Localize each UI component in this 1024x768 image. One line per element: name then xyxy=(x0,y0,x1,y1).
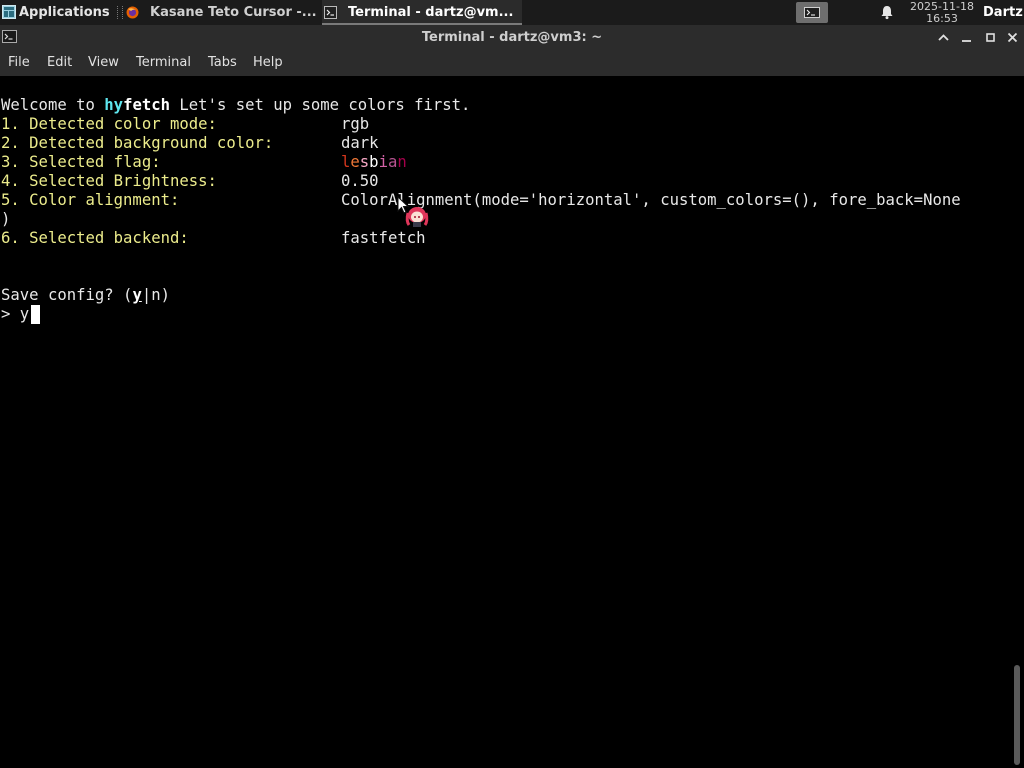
welcome-suffix: Let's set up some colors first. xyxy=(170,96,471,114)
text-cursor xyxy=(31,305,40,324)
save-option-yes: y xyxy=(132,286,142,304)
flag-value-char: l xyxy=(341,153,351,171)
config-row-label: 2. Detected background color: xyxy=(1,134,274,152)
menu-help[interactable]: Help xyxy=(253,50,283,76)
save-option-sep: | xyxy=(141,286,152,304)
wrapped-line: ) xyxy=(1,210,11,228)
save-prompt-suffix: ) xyxy=(160,286,170,304)
terminal-icon xyxy=(804,7,820,18)
config-row-value: 0.50 xyxy=(341,172,379,190)
menu-tabs[interactable]: Tabs xyxy=(208,50,237,76)
flag-value-char: i xyxy=(378,153,388,171)
welcome-prefix: Welcome to xyxy=(1,96,105,114)
terminal-output[interactable]: Welcome to hyfetch Let's set up some col… xyxy=(0,76,1010,768)
config-row-label: 5. Color alignment: xyxy=(1,191,180,209)
panel-clock[interactable]: 2025-11-18 16:53 xyxy=(904,1,980,26)
input-line[interactable]: > y xyxy=(1,305,29,324)
top-panel: Applications Kasane Teto Cursor -... Ter… xyxy=(0,0,1024,25)
flag-value-char: b xyxy=(369,153,379,171)
applications-menu-icon xyxy=(2,5,16,19)
mouse-cursor-icon xyxy=(397,195,429,227)
flag-value-char: s xyxy=(359,153,370,171)
taskbar-item-firefox[interactable]: Kasane Teto Cursor -... xyxy=(124,0,320,25)
firefox-icon xyxy=(126,6,139,19)
save-prompt-prefix: Save config? ( xyxy=(1,286,133,304)
input-value: y xyxy=(19,305,30,323)
flag-value-char: a xyxy=(387,153,398,171)
user-menu[interactable]: Dartz xyxy=(983,0,1023,25)
save-option-no: n xyxy=(151,286,161,304)
menu-view[interactable]: View xyxy=(88,50,119,76)
menu-bar: File Edit View Terminal Tabs Help xyxy=(0,50,1024,76)
flag-value-char: n xyxy=(397,153,407,171)
tray-terminal-launcher[interactable] xyxy=(796,2,828,23)
applications-menu-button[interactable]: Applications xyxy=(0,0,116,25)
panel-separator-handle[interactable] xyxy=(117,6,123,19)
window-title: Terminal - dartz@vm3: ~ xyxy=(421,30,603,45)
minimize-button[interactable] xyxy=(958,29,975,46)
input-prompt: > xyxy=(1,305,20,323)
hyfetch-fetch: fetch xyxy=(123,96,171,114)
config-row-label: 4. Selected Brightness: xyxy=(1,172,217,190)
config-row-value: rgb xyxy=(341,115,370,133)
save-config-prompt: Save config? (y|n) xyxy=(1,286,170,305)
taskbar-item-label: Terminal - dartz@vm... xyxy=(348,5,514,20)
config-row-value: dark xyxy=(341,134,379,152)
maximize-button[interactable] xyxy=(982,29,999,46)
config-row-label: 1. Detected color mode: xyxy=(1,115,217,133)
welcome-line: Welcome to hyfetch Let's set up some col… xyxy=(1,96,470,115)
config-row-value: fastfetch xyxy=(341,229,426,247)
scrollbar-thumb[interactable] xyxy=(1014,665,1020,765)
flag-value-char: e xyxy=(350,153,360,171)
flag-value: lesbian xyxy=(341,153,407,172)
window-titlebar[interactable]: Terminal - dartz@vm3: ~ xyxy=(0,25,1024,50)
terminal-icon xyxy=(324,6,337,19)
config-row-label: 3. Selected flag: xyxy=(1,153,161,171)
notification-bell-icon[interactable] xyxy=(879,4,895,20)
menu-edit[interactable]: Edit xyxy=(47,50,72,76)
config-row-value: ColorAlignment(mode='horizontal', custom… xyxy=(341,191,961,209)
taskbar-item-label: Kasane Teto Cursor -... xyxy=(150,5,317,20)
shade-window-button[interactable] xyxy=(935,29,952,46)
close-button[interactable] xyxy=(1004,29,1021,46)
hyfetch-hy: hy xyxy=(104,96,124,114)
menu-terminal[interactable]: Terminal xyxy=(136,50,191,76)
taskbar-item-terminal[interactable]: Terminal - dartz@vm... xyxy=(322,0,522,25)
applications-label: Applications xyxy=(19,5,110,20)
config-row-label: 6. Selected backend: xyxy=(1,229,189,247)
clock-time: 16:53 xyxy=(926,12,958,25)
menu-file[interactable]: File xyxy=(8,50,30,76)
